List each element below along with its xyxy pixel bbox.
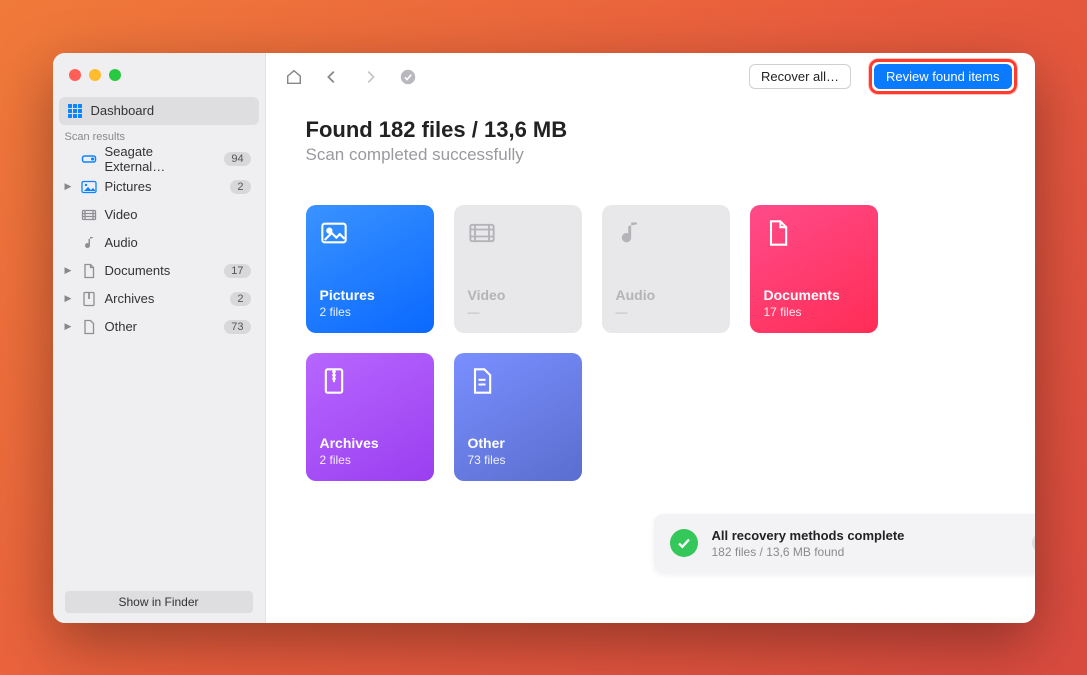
- document-icon: [764, 219, 792, 247]
- card-pictures[interactable]: Pictures 2 files: [306, 205, 434, 333]
- document-icon: [81, 263, 97, 279]
- count-badge: 94: [224, 152, 250, 166]
- card-title: Archives: [320, 435, 420, 451]
- sidebar-item-label: Audio: [105, 235, 138, 250]
- card-title: Pictures: [320, 287, 420, 303]
- show-in-finder-button[interactable]: Show in Finder: [65, 591, 253, 613]
- count-badge: 17: [224, 264, 250, 278]
- back-icon[interactable]: [322, 67, 342, 87]
- archive-icon: [81, 291, 97, 307]
- count-badge: 2: [230, 292, 250, 306]
- sidebar-item-label: Video: [105, 207, 138, 222]
- audio-icon: [616, 219, 644, 247]
- other-file-icon: [468, 367, 496, 395]
- main-pane: Recover all… Review found items Found 18…: [266, 53, 1035, 623]
- card-title: Audio: [616, 287, 716, 303]
- image-icon: [320, 219, 348, 247]
- card-subtitle: —: [616, 305, 716, 319]
- card-other[interactable]: Other 73 files: [454, 353, 582, 481]
- fullscreen-window-button[interactable]: [109, 69, 121, 81]
- notification-subtitle: 182 files / 13,6 MB found: [712, 545, 905, 559]
- drive-icon: [81, 151, 97, 167]
- dashboard-icon: [67, 103, 83, 119]
- review-highlight: Review found items: [869, 59, 1016, 94]
- video-icon: [468, 219, 496, 247]
- other-file-icon: [81, 319, 97, 335]
- chevron-right-icon[interactable]: ▶: [65, 181, 72, 192]
- image-icon: [81, 179, 97, 195]
- count-badge: 2: [230, 180, 250, 194]
- chevron-right-icon[interactable]: ▶: [65, 321, 72, 332]
- card-title: Documents: [764, 287, 864, 303]
- card-subtitle: —: [468, 305, 568, 319]
- chevron-right-icon[interactable]: ▶: [65, 265, 72, 276]
- card-archives[interactable]: Archives 2 files: [306, 353, 434, 481]
- category-cards: Pictures 2 files Video — Audio: [306, 205, 995, 481]
- sidebar-item-archives[interactable]: ▶ Archives 2: [59, 285, 259, 313]
- card-title: Video: [468, 287, 568, 303]
- home-icon[interactable]: [284, 67, 304, 87]
- card-documents[interactable]: Documents 17 files: [750, 205, 878, 333]
- card-subtitle: 2 files: [320, 305, 420, 319]
- nav-list: Dashboard: [53, 97, 265, 125]
- page-subtitle: Scan completed successfully: [306, 145, 995, 165]
- scan-results-list: Seagate External… 94 ▶ Pictures 2 Video: [53, 145, 265, 341]
- minimize-window-button[interactable]: [89, 69, 101, 81]
- sidebar-section-label: Scan results: [53, 125, 265, 145]
- sidebar-item-documents[interactable]: ▶ Documents 17: [59, 257, 259, 285]
- recover-all-button[interactable]: Recover all…: [749, 64, 851, 89]
- notification-banner: All recovery methods complete 182 files …: [654, 514, 1035, 573]
- notification-title: All recovery methods complete: [712, 528, 905, 543]
- sidebar-item-other[interactable]: ▶ Other 73: [59, 313, 259, 341]
- sidebar-item-drive[interactable]: Seagate External… 94: [59, 145, 259, 173]
- count-badge: 73: [224, 320, 250, 334]
- checkmark-icon: [670, 529, 698, 557]
- notification-text: All recovery methods complete 182 files …: [712, 528, 905, 559]
- app-window: Dashboard Scan results Seagate External……: [53, 53, 1035, 623]
- forward-icon[interactable]: [360, 67, 380, 87]
- page-title: Found 182 files / 13,6 MB: [306, 117, 995, 143]
- sidebar-item-audio[interactable]: Audio: [59, 229, 259, 257]
- archive-icon: [320, 367, 348, 395]
- close-icon[interactable]: ✕: [1032, 533, 1035, 553]
- sidebar-item-label: Archives: [105, 291, 155, 306]
- sidebar-item-video[interactable]: Video: [59, 201, 259, 229]
- close-window-button[interactable]: [69, 69, 81, 81]
- sidebar-item-label: Other: [105, 319, 138, 334]
- sidebar: Dashboard Scan results Seagate External……: [53, 53, 266, 623]
- review-found-items-button[interactable]: Review found items: [874, 64, 1011, 89]
- sidebar-item-label: Documents: [105, 263, 171, 278]
- card-title: Other: [468, 435, 568, 451]
- audio-icon: [81, 235, 97, 251]
- chevron-right-icon[interactable]: ▶: [65, 293, 72, 304]
- window-controls: [53, 53, 265, 97]
- toolbar: Recover all… Review found items: [266, 53, 1035, 101]
- card-subtitle: 2 files: [320, 453, 420, 467]
- sidebar-item-dashboard[interactable]: Dashboard: [59, 97, 259, 125]
- video-icon: [81, 207, 97, 223]
- card-audio[interactable]: Audio —: [602, 205, 730, 333]
- check-status-icon[interactable]: [398, 67, 418, 87]
- card-subtitle: 17 files: [764, 305, 864, 319]
- card-video[interactable]: Video —: [454, 205, 582, 333]
- sidebar-item-pictures[interactable]: ▶ Pictures 2: [59, 173, 259, 201]
- sidebar-item-label: Pictures: [105, 179, 152, 194]
- sidebar-item-label: Seagate External…: [105, 144, 217, 174]
- sidebar-item-label: Dashboard: [91, 103, 155, 118]
- card-subtitle: 73 files: [468, 453, 568, 467]
